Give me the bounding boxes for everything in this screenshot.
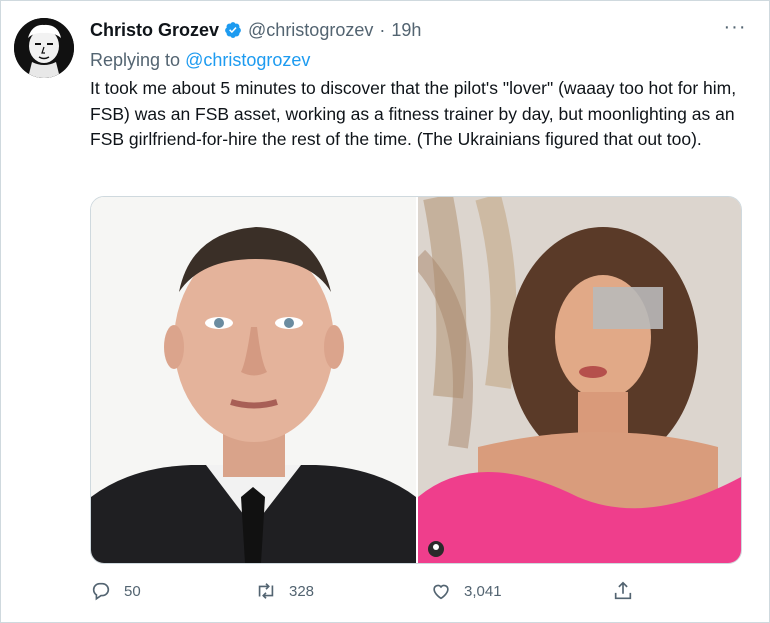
tweet-text: It took me about 5 minutes to discover t… — [90, 78, 737, 149]
tweet-actions: 50 328 3,041 — [90, 580, 650, 604]
replying-to-line: Replying to @christogrozev — [90, 50, 310, 71]
author-name[interactable]: Christo Grozev — [90, 20, 219, 41]
retweet-count: 328 — [289, 582, 315, 600]
reply-icon — [92, 582, 110, 601]
share-icon — [614, 581, 632, 600]
replying-to-handle-link[interactable]: @christogrozev — [185, 50, 310, 70]
tweet-timestamp[interactable]: 19h — [391, 20, 421, 41]
author-handle[interactable]: @christogrozev — [248, 20, 373, 41]
avatar[interactable] — [14, 18, 74, 78]
replying-to-label: Replying to — [90, 50, 181, 70]
media-photo-woman[interactable] — [418, 197, 741, 563]
verified-badge-icon — [225, 22, 241, 38]
heart-icon — [433, 584, 449, 600]
media-photo-man[interactable] — [91, 197, 418, 563]
separator-dot: · — [379, 19, 386, 40]
more-options-button[interactable]: ··· — [722, 17, 748, 40]
tweet-header: Christo Grozev @christogrozev · 19h — [90, 18, 421, 42]
reply-count: 50 — [124, 582, 141, 600]
like-action[interactable]: 3,041 — [430, 580, 502, 602]
retweet-action[interactable]: 328 — [255, 580, 314, 602]
retweet-icon — [258, 583, 274, 599]
reply-action[interactable]: 50 — [90, 580, 141, 602]
share-action[interactable] — [612, 580, 646, 602]
like-count: 3,041 — [464, 582, 502, 600]
tweet-media[interactable] — [90, 196, 742, 564]
